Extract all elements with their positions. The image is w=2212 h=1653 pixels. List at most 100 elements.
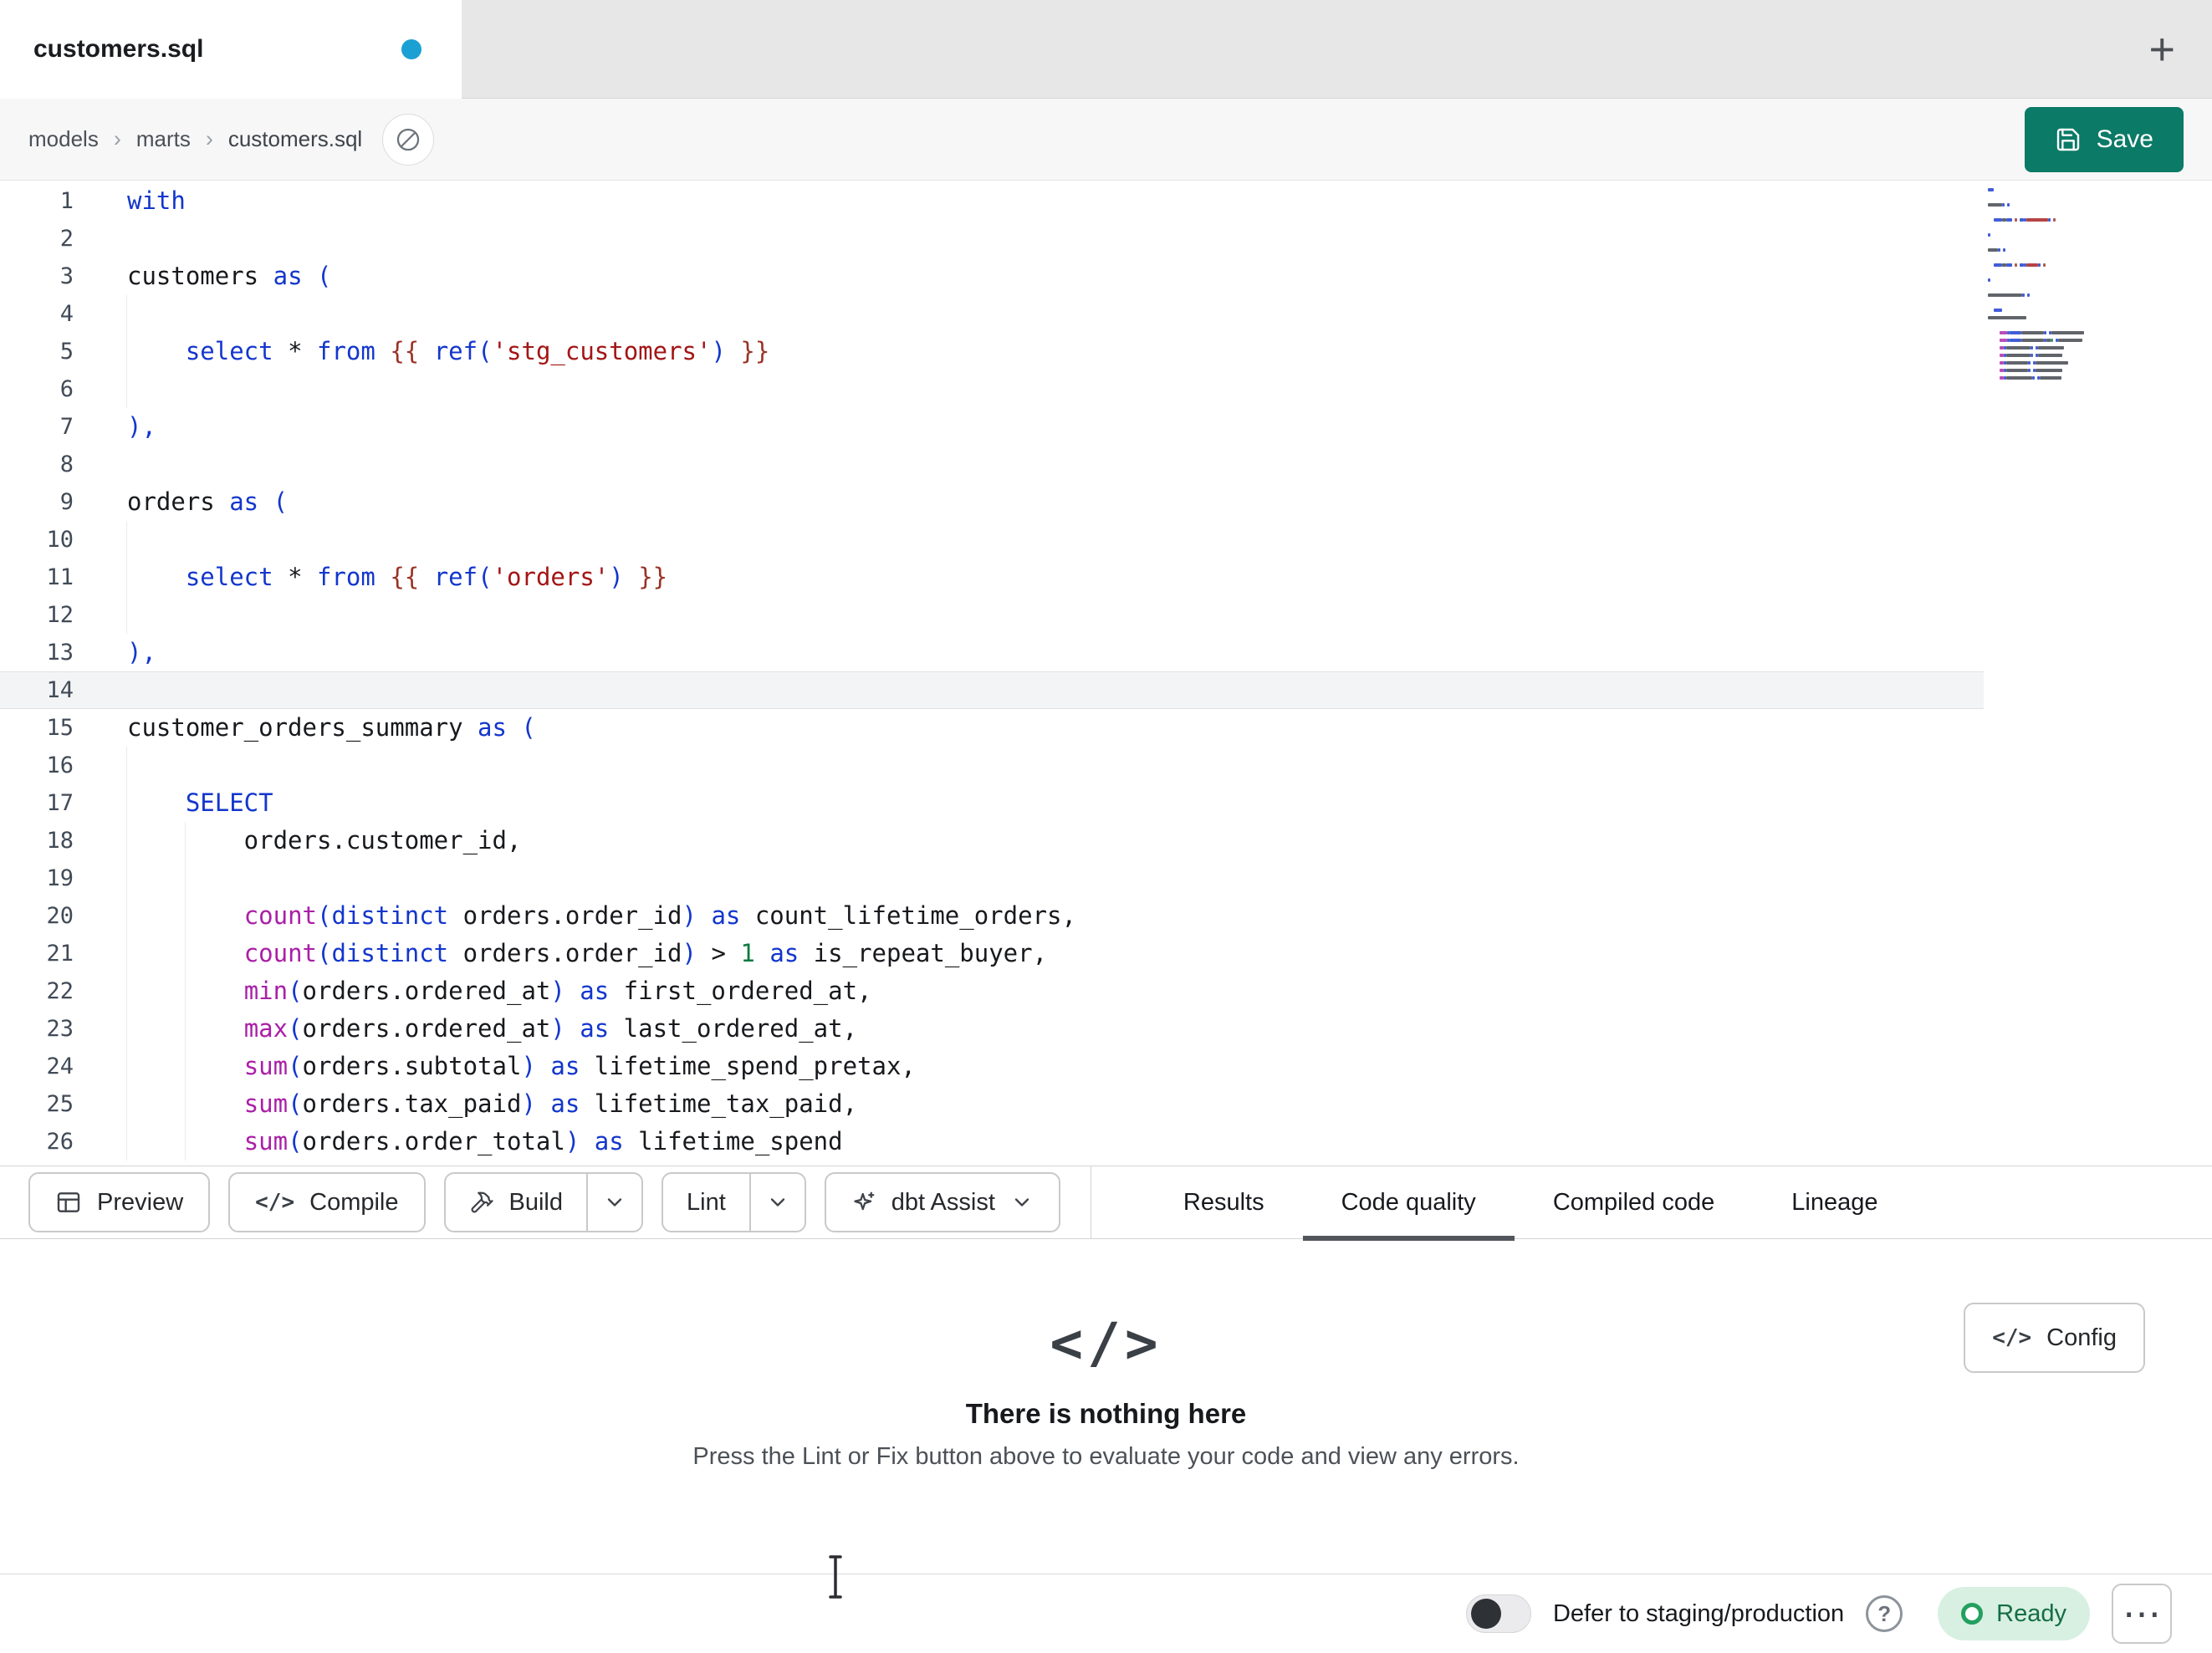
code-line[interactable]: 17 SELECT	[0, 784, 1984, 822]
code-line[interactable]: 16	[0, 747, 1984, 784]
preview-button[interactable]: Preview	[28, 1172, 211, 1232]
ready-status-badge[interactable]: Ready	[1938, 1587, 2090, 1640]
code-line[interactable]: 11 select * from {{ ref('orders') }}	[0, 559, 1984, 596]
ellipsis-icon: ⋯	[2123, 1592, 2161, 1635]
code-line[interactable]: 23 max(orders.ordered_at) as last_ordere…	[0, 1010, 1984, 1048]
code-line[interactable]: 6	[0, 370, 1984, 408]
circle-slash-icon	[397, 128, 420, 151]
code-line[interactable]: 7),	[0, 408, 1984, 446]
code-line[interactable]: 21 count(distinct orders.order_id) > 1 a…	[0, 935, 1984, 972]
code-line[interactable]: 5 select * from {{ ref('stg_customers') …	[0, 333, 1984, 370]
minimap[interactable]	[1988, 186, 2109, 381]
tab-compiled-code[interactable]: Compiled code	[1515, 1166, 1753, 1238]
code-line[interactable]: 26 sum(orders.order_total) as lifetime_s…	[0, 1123, 1984, 1161]
line-number: 20	[46, 903, 74, 929]
code-line[interactable]: 4	[0, 295, 1984, 333]
line-number: 3	[59, 263, 74, 289]
code-text: max(orders.ordered_at) as last_ordered_a…	[74, 1010, 857, 1048]
indent-guide	[184, 1085, 186, 1123]
editor-tab-customers-sql[interactable]: customers.sql	[0, 0, 462, 99]
editor-toolbar: Preview </> Compile Build Lint dbt Assis…	[0, 1166, 2212, 1241]
line-number: 4	[59, 301, 74, 327]
build-button[interactable]: Build	[446, 1174, 587, 1231]
line-number: 19	[46, 865, 74, 891]
line-number: 10	[46, 527, 74, 553]
breadcrumb-item-models[interactable]: models	[28, 126, 99, 152]
defer-label: Defer to staging/production	[1552, 1599, 1845, 1627]
code-line[interactable]: 18 orders.customer_id,	[0, 822, 1984, 860]
chevron-down-icon	[607, 1198, 622, 1207]
new-tab-button[interactable]: +	[2148, 27, 2175, 72]
code-line[interactable]: 20 count(distinct orders.order_id) as co…	[0, 897, 1984, 935]
code-line[interactable]: 3 customers as (	[0, 258, 1984, 295]
indent-guide	[184, 822, 186, 860]
indent-guide	[126, 295, 127, 333]
indent-guide	[184, 972, 186, 1010]
code-lines: 1 with 2 3 customers as ( 4 5 select * from {{…	[0, 182, 2212, 1161]
breadcrumb-separator: ›	[205, 126, 213, 151]
tab-code-quality[interactable]: Code quality	[1302, 1166, 1515, 1241]
indent-guide	[184, 935, 186, 972]
indent-guide	[184, 1048, 186, 1085]
code-icon: </>	[1992, 1325, 2032, 1350]
compile-label: Compile	[309, 1188, 399, 1216]
code-line[interactable]: 9 orders as (	[0, 483, 1984, 521]
code-line[interactable]: 1 with	[0, 182, 1984, 220]
code-line[interactable]: 8	[0, 446, 1984, 483]
code-line[interactable]: 19	[0, 860, 1984, 897]
tab-results[interactable]: Results	[1145, 1166, 1303, 1238]
code-text: orders as (	[127, 487, 289, 516]
file-action-button[interactable]	[382, 113, 435, 166]
config-button[interactable]: </> Config	[1964, 1303, 2145, 1373]
toggle-knob	[1470, 1599, 1501, 1629]
save-label: Save	[2096, 125, 2153, 153]
code-text	[74, 860, 186, 897]
indent-guide	[126, 784, 127, 822]
indent-guide	[126, 897, 127, 935]
active-code-line[interactable]: 14	[0, 671, 1984, 709]
more-options-button[interactable]: ⋯	[2112, 1584, 2172, 1644]
indent-guide	[126, 747, 127, 784]
unsaved-changes-dot-icon	[401, 39, 421, 59]
indent-guide	[126, 521, 127, 559]
save-button[interactable]: Save	[2024, 106, 2184, 172]
tab-lineage[interactable]: Lineage	[1753, 1166, 1916, 1238]
help-icon[interactable]: ?	[1866, 1595, 1903, 1632]
defer-toggle[interactable]	[1465, 1594, 1531, 1633]
status-circle-icon	[1961, 1603, 1984, 1625]
code-line[interactable]: 12	[0, 596, 1984, 634]
code-text: sum(orders.subtotal) as lifetime_spend_p…	[74, 1048, 916, 1085]
indent-guide	[184, 860, 186, 897]
empty-state-subtitle: Press the Lint or Fix button above to ev…	[692, 1443, 1520, 1470]
build-dropdown-button[interactable]	[586, 1174, 641, 1231]
code-text	[74, 521, 127, 559]
lint-button[interactable]: Lint	[663, 1174, 749, 1231]
breadcrumb-item-marts[interactable]: marts	[136, 126, 191, 152]
code-editor[interactable]: 1 with 2 3 customers as ( 4 5 select * from {{…	[0, 181, 2212, 1166]
code-text: sum(orders.tax_paid) as lifetime_tax_pai…	[74, 1085, 857, 1123]
code-line[interactable]: 2	[0, 220, 1984, 258]
code-line[interactable]: 10	[0, 521, 1984, 559]
line-number: 18	[46, 828, 74, 854]
line-number: 21	[46, 941, 74, 967]
code-line[interactable]: 15 customer_orders_summary as (	[0, 709, 1984, 747]
indent-guide	[126, 860, 127, 897]
dbt-assist-button[interactable]: dbt Assist	[824, 1172, 1060, 1232]
lint-split-button: Lint	[662, 1172, 806, 1232]
code-line[interactable]: 25 sum(orders.tax_paid) as lifetime_tax_…	[0, 1085, 1984, 1123]
line-number: 16	[46, 753, 74, 778]
preview-label: Preview	[97, 1188, 184, 1216]
line-number: 25	[46, 1091, 74, 1117]
indent-guide	[126, 370, 127, 408]
question-mark: ?	[1877, 1600, 1892, 1626]
indent-guide	[126, 1010, 127, 1048]
code-line[interactable]: 13),	[0, 634, 1984, 671]
code-line[interactable]: 22 min(orders.ordered_at) as first_order…	[0, 972, 1984, 1010]
compile-button[interactable]: </> Compile	[228, 1172, 426, 1232]
indent-guide	[184, 897, 186, 935]
tab-label: Lineage	[1791, 1188, 1878, 1216]
line-number: 11	[46, 564, 74, 590]
code-line[interactable]: 24 sum(orders.subtotal) as lifetime_spen…	[0, 1048, 1984, 1085]
lint-dropdown-button[interactable]	[748, 1174, 805, 1231]
